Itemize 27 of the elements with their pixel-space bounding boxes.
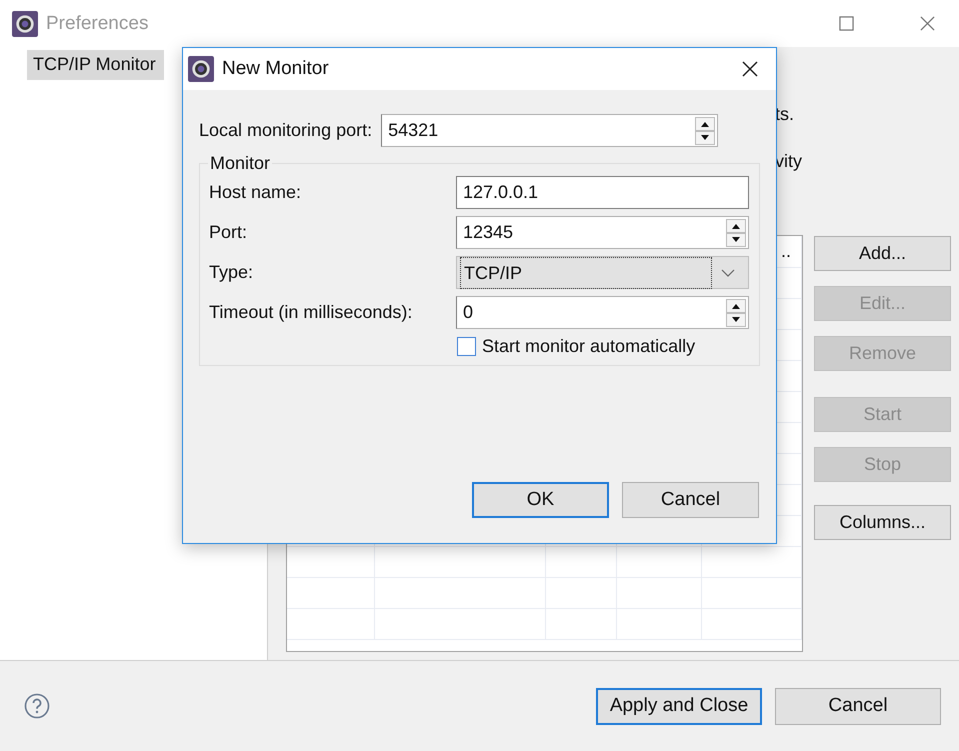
type-dropdown[interactable]: TCP/IP: [456, 256, 749, 289]
field-label: Type:: [209, 262, 254, 283]
port-spinner[interactable]: 54321: [381, 114, 718, 147]
action-button[interactable]: Columns...: [814, 505, 951, 540]
footer-button[interactable]: Cancel: [775, 688, 941, 724]
field-label: Host name:: [209, 182, 302, 203]
dialog-button[interactable]: OK: [472, 482, 609, 518]
chevron-down-icon[interactable]: [721, 268, 735, 276]
checkbox[interactable]: [457, 337, 476, 356]
footer-button[interactable]: Apply and Close: [596, 688, 762, 724]
close-icon[interactable]: [742, 61, 758, 77]
field-label: Timeout (in milliseconds):: [209, 302, 412, 323]
tree-item[interactable]: TCP/IP Monitor: [27, 50, 164, 80]
checkbox-label[interactable]: Start monitor automatically: [482, 336, 696, 357]
action-button[interactable]: Add...: [814, 236, 951, 271]
dialog-title: New Monitor: [222, 58, 329, 80]
field-label: Port:: [209, 222, 248, 243]
column-header[interactable]: ..: [780, 241, 801, 262]
field-label: Local monitoring port:: [199, 120, 372, 141]
text-field[interactable]: 127.0.0.1: [456, 176, 749, 209]
dialog-button[interactable]: Cancel: [622, 482, 759, 518]
help-icon[interactable]: [24, 693, 50, 719]
window-title: Preferences: [46, 12, 148, 34]
number-spinner[interactable]: 12345: [456, 216, 749, 249]
description-text: vity: [775, 150, 803, 173]
maximize-icon[interactable]: [839, 16, 854, 31]
number-spinner[interactable]: 0: [456, 296, 749, 329]
